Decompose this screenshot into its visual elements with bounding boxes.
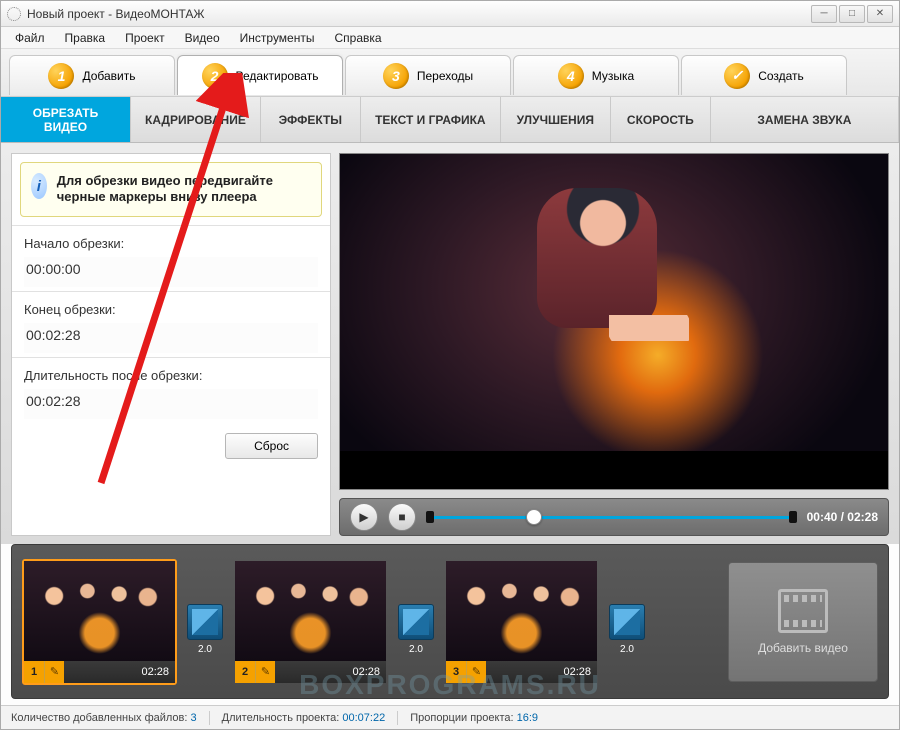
clip-3-edit-icon[interactable]: ✎ [466,661,486,683]
status-bar: Количество добавленных файлов: 3 Длитель… [1,705,899,729]
play-button[interactable]: ▶ [350,503,378,531]
step-music[interactable]: 4 Музыка [513,55,679,95]
transition-3-duration: 2.0 [610,644,644,655]
step-add-label: Добавить [82,69,135,83]
menu-edit[interactable]: Правка [57,29,114,47]
add-video-label: Добавить видео [758,641,848,655]
window-title: Новый проект - ВидеоМОНТАЖ [27,7,205,21]
status-length-label: Длительность проекта: [222,712,340,724]
preview-frame [340,154,888,489]
player-time: 00:40 / 02:28 [807,510,878,524]
status-aspect-value: 16:9 [517,712,538,724]
subtab-trim[interactable]: ОБРЕЗАТЬ ВИДЕО [1,97,131,142]
transition-2-duration: 2.0 [399,644,433,655]
trim-start-value[interactable]: 00:00:00 [24,257,318,287]
step-3-badge: 3 [383,63,409,89]
content-area: i Для обрезки видео передвигайте черные … [1,143,899,544]
subtab-text[interactable]: ТЕКСТ И ГРАФИКА [361,97,501,142]
clip-2[interactable]: 2✎02:28 [233,559,388,685]
clip-2-index: 2 [235,661,255,683]
timeline: 1✎02:28 2.0 2✎02:28 2.0 3✎02:28 2.0 Доба… [11,544,889,699]
trim-marker-end[interactable] [789,511,797,523]
step-check-badge [724,63,750,89]
subtab-audio[interactable]: ЗАМЕНА ЗВУКА [711,97,899,142]
seek-slider[interactable] [426,507,797,527]
clip-2-edit-icon[interactable]: ✎ [255,661,275,683]
step-create[interactable]: Создать [681,55,847,95]
status-files-value: 3 [191,712,197,724]
film-icon [778,589,828,633]
menu-help[interactable]: Справка [326,29,389,47]
app-window: Новый проект - ВидеоМОНТАЖ ─ □ ✕ Файл Пр… [0,0,900,730]
info-icon: i [31,173,47,199]
video-preview[interactable] [339,153,889,490]
clip-3-index: 3 [446,661,466,683]
clip-1[interactable]: 1✎02:28 [22,559,177,685]
subtab-speed[interactable]: СКОРОСТЬ [611,97,711,142]
menu-file[interactable]: Файл [7,29,53,47]
clip-1-edit-icon[interactable]: ✎ [44,661,64,683]
seek-knob[interactable] [526,509,542,525]
status-aspect-label: Пропорции проекта: [410,712,513,724]
trim-length-value: 00:02:28 [24,389,318,419]
add-video-button[interactable]: Добавить видео [728,562,878,682]
trim-length-label: Длительность после обрезки: [24,368,318,383]
clip-1-index: 1 [24,661,44,683]
step-tabs: 1 Добавить 2 Редактировать 3 Переходы 4 Музы… [1,49,899,97]
step-transitions[interactable]: 3 Переходы [345,55,511,95]
reset-button[interactable]: Сброс [225,433,318,459]
step-edit[interactable]: 2 Редактировать [177,55,343,95]
transition-1-duration: 2.0 [188,644,222,655]
hint-box: i Для обрезки видео передвигайте черные … [20,162,322,217]
clip-1-duration: 02:28 [64,666,175,678]
status-length-value: 00:07:22 [342,712,385,724]
trim-start-field: Начало обрезки: 00:00:00 [12,225,330,291]
step-4-badge: 4 [558,63,584,89]
step-2-badge: 2 [202,63,228,89]
step-1-badge: 1 [48,63,74,89]
transition-2[interactable]: 2.0 [398,604,434,640]
menubar: Файл Правка Проект Видео Инструменты Спр… [1,27,899,49]
close-button[interactable]: ✕ [867,5,893,23]
trim-start-label: Начало обрезки: [24,236,318,251]
trim-marker-start[interactable] [426,511,434,523]
step-music-label: Музыка [592,69,634,83]
stop-button[interactable]: ■ [388,503,416,531]
menu-video[interactable]: Видео [177,29,228,47]
trim-end-label: Конец обрезки: [24,302,318,317]
subtab-enhance[interactable]: УЛУЧШЕНИЯ [501,97,611,142]
trim-length-field: Длительность после обрезки: 00:02:28 [12,357,330,423]
trim-end-value[interactable]: 00:02:28 [24,323,318,353]
app-icon [7,7,21,21]
step-add[interactable]: 1 Добавить [9,55,175,95]
clip-3[interactable]: 3✎02:28 [444,559,599,685]
maximize-button[interactable]: □ [839,5,865,23]
player-controls: ▶ ■ 00:40 / 02:28 [339,498,889,536]
minimize-button[interactable]: ─ [811,5,837,23]
hint-text: Для обрезки видео передвигайте черные ма… [57,173,311,206]
step-edit-label: Редактировать [236,69,319,83]
trim-panel: i Для обрезки видео передвигайте черные … [11,153,331,536]
subtab-crop[interactable]: КАДРИРОВАНИЕ [131,97,261,142]
clip-2-duration: 02:28 [275,666,386,678]
edit-subtabs: ОБРЕЗАТЬ ВИДЕО КАДРИРОВАНИЕ ЭФФЕКТЫ ТЕКС… [1,97,899,143]
status-files-label: Количество добавленных файлов: [11,712,187,724]
subtab-effects[interactable]: ЭФФЕКТЫ [261,97,361,142]
step-create-label: Создать [758,69,804,83]
clip-3-duration: 02:28 [486,666,597,678]
trim-end-field: Конец обрезки: 00:02:28 [12,291,330,357]
transition-1[interactable]: 2.0 [187,604,223,640]
menu-project[interactable]: Проект [117,29,173,47]
titlebar: Новый проект - ВидеоМОНТАЖ ─ □ ✕ [1,1,899,27]
preview-column: ▶ ■ 00:40 / 02:28 [339,153,889,536]
transition-3[interactable]: 2.0 [609,604,645,640]
menu-tools[interactable]: Инструменты [232,29,323,47]
step-transitions-label: Переходы [417,69,473,83]
